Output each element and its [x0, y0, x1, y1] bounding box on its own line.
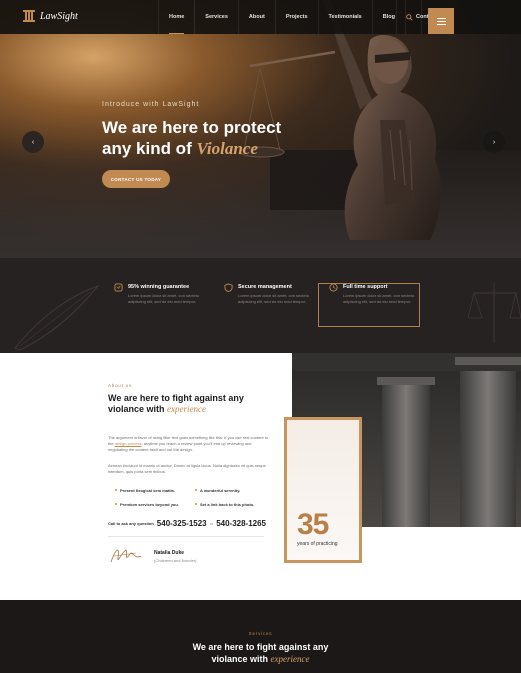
about-section	[0, 353, 292, 600]
hero-title-accent: Violance	[196, 139, 258, 158]
signer-name: Natalia Duke	[154, 550, 185, 556]
services-title-accent: experience	[270, 654, 310, 664]
bullet-item: Present fixogical sem mattis.	[114, 488, 176, 493]
bullet-item: Set a link back to this photo.	[194, 502, 255, 507]
trophy-icon	[114, 283, 123, 292]
chevron-right-icon: ›	[492, 138, 496, 146]
feature-text: Lorem ipsum dolor sit amet, con sectetu …	[128, 293, 199, 304]
nav-projects[interactable]: Projects	[276, 0, 318, 34]
nav-about[interactable]: About	[239, 0, 275, 34]
about-title: We are here to fight against any violanc…	[108, 393, 278, 415]
hero-title-line2: any kind of Violance	[102, 138, 281, 159]
services-title-line2: violance with experience	[0, 653, 521, 665]
pillar-icon	[23, 10, 35, 22]
nav-home[interactable]: Home	[159, 0, 194, 34]
feature-text: Lorem ipsum dolor sit amet, con sectetu …	[238, 293, 309, 304]
menu-toggle-button[interactable]	[428, 8, 454, 34]
features-strip	[0, 258, 521, 353]
about-title-line2: violance with experience	[108, 404, 278, 415]
about-title-line1: We are here to fight against any	[108, 393, 244, 403]
hero-kicker: Introduce with LawSight	[102, 101, 200, 108]
signer-role: (Chairmen and founder)	[154, 558, 197, 563]
shield-icon	[224, 283, 233, 292]
services-title-line2-prefix: violance with	[211, 654, 271, 664]
about-paragraph-2: Aenean tincidunt id mauris ut auctor. Do…	[108, 463, 266, 474]
feature-title: Full time support	[343, 284, 388, 290]
about-title-line2-prefix: violance with	[108, 404, 168, 414]
hero-title: We are here to protect any kind of Viola…	[102, 117, 281, 159]
contact-us-button[interactable]: CONTACT US TODAY	[102, 170, 170, 188]
signature-image	[110, 549, 142, 563]
brand-name: LawSight	[40, 10, 78, 22]
search-icon	[405, 13, 413, 21]
brand-logo[interactable]: LawSight	[22, 9, 78, 23]
counter-label: years of practicing	[297, 541, 338, 547]
services-kicker: Services	[248, 631, 273, 636]
bullet-item: Premium services beyond you.	[115, 502, 179, 507]
phone-contact-row: Call to ask any question 540-325-1523 or…	[108, 518, 278, 528]
search-button[interactable]	[396, 0, 422, 34]
nav-services[interactable]: Services	[195, 0, 238, 34]
feature-title: 95% winning guarantee	[128, 284, 190, 290]
chevron-left-icon: ‹	[31, 138, 35, 146]
services-title-line1: We are here to fight against any	[192, 642, 329, 652]
hero-title-line2-prefix: any kind of	[102, 139, 197, 158]
experience-counter-card: 35 years of practicing	[284, 417, 362, 563]
phone-number-1[interactable]: 540-325-1523	[157, 519, 207, 528]
services-title: We are here to fight against any violanc…	[0, 641, 521, 665]
call-label: Call to ask any question	[108, 520, 154, 526]
hamburger-icon	[436, 17, 446, 25]
slider-next-button[interactable]: ›	[483, 131, 505, 153]
bullet-item: A wonderful serenity.	[194, 488, 241, 493]
feather-decoration-icon	[14, 284, 100, 351]
feature-title: Secure management	[238, 284, 292, 290]
about-divider	[108, 536, 264, 537]
about-paragraph-1: The argument in favor of using filler te…	[108, 435, 268, 452]
scales-decoration-icon	[468, 283, 521, 343]
about-kicker: About us	[108, 383, 133, 388]
about-title-accent: experience	[167, 404, 206, 414]
support-icon	[329, 283, 338, 292]
design-process-link[interactable]: design process	[115, 441, 142, 446]
top-navbar: LawSight Home Services About Projects Te…	[0, 0, 521, 34]
counter-value: 35	[297, 508, 329, 541]
phone-number-2[interactable]: 540-328-1265	[216, 519, 266, 528]
hero-title-line1: We are here to protect	[102, 118, 282, 137]
feature-text: Lorem ipsum dolor sit amet, con sectetu …	[343, 293, 414, 304]
nav-testimonials[interactable]: Testimonials	[319, 0, 372, 34]
slider-prev-button[interactable]: ‹	[22, 131, 44, 153]
call-or: or	[209, 520, 214, 526]
